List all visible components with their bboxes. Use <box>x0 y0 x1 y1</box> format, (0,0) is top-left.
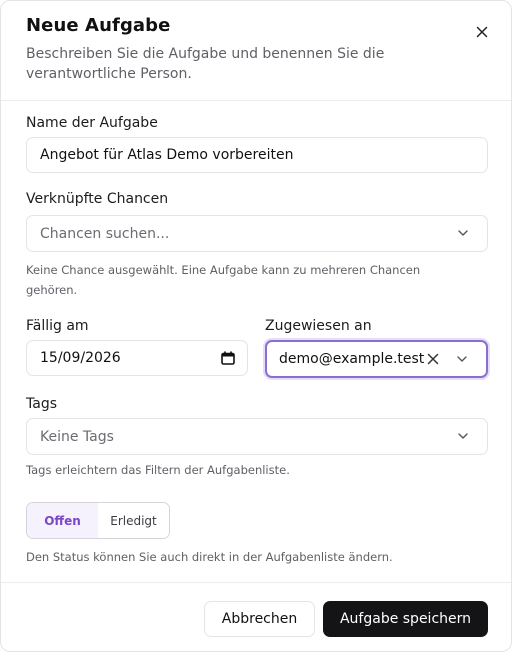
chevron-down-icon <box>458 230 468 236</box>
due-date-value: 15/09/2026 <box>40 350 121 366</box>
assignee-label: Zugewiesen an <box>265 318 372 334</box>
chances-hint: Keine Chance ausgewählt. Eine Aufgabe ka… <box>26 263 421 297</box>
assignee-value: demo@example.test <box>279 351 425 367</box>
due-date-label: Fällig am <box>26 318 89 334</box>
chances-label: Verknüpfte Chancen <box>26 191 169 207</box>
task-name-label: Name der Aufgabe <box>26 115 158 131</box>
clear-icon[interactable] <box>426 352 440 366</box>
dialog-title: Neue Aufgabe <box>26 15 171 36</box>
new-task-dialog: Neue Aufgabe Beschreiben Sie die Aufgabe… <box>0 0 512 652</box>
chevron-down-icon <box>458 433 468 439</box>
tags-placeholder: Keine Tags <box>40 428 114 445</box>
tags-select[interactable]: Keine Tags <box>26 418 488 455</box>
cancel-button[interactable]: Abbrechen <box>204 601 315 637</box>
chevron-down-icon <box>457 356 467 362</box>
due-date-input[interactable]: 15/09/2026 <box>26 340 248 376</box>
close-button[interactable] <box>471 21 493 43</box>
dialog-description: Beschreiben Sie die Aufgabe und benennen… <box>26 46 385 82</box>
chances-search-input[interactable]: Chancen suchen... <box>26 215 488 252</box>
status-option-done[interactable]: Erledigt <box>98 503 169 538</box>
tags-hint: Tags erleichtern das Filtern der Aufgabe… <box>26 463 290 477</box>
calendar-icon[interactable] <box>221 351 235 365</box>
dialog-header: Neue Aufgabe Beschreiben Sie die Aufgabe… <box>1 1 511 101</box>
save-task-button[interactable]: Aufgabe speichern <box>323 601 488 637</box>
status-toggle: Offen Erledigt <box>26 502 170 539</box>
close-icon <box>476 26 488 38</box>
status-option-open[interactable]: Offen <box>27 503 98 538</box>
chances-placeholder: Chancen suchen... <box>40 225 170 242</box>
tags-label: Tags <box>26 396 57 412</box>
dialog-footer: Abbrechen Aufgabe speichern <box>1 582 511 651</box>
task-name-input[interactable]: Angebot für Atlas Demo vorbereiten <box>26 137 488 173</box>
status-hint: Den Status können Sie auch direkt in der… <box>26 550 393 564</box>
assignee-select[interactable]: demo@example.test <box>265 340 488 378</box>
task-name-value: Angebot für Atlas Demo vorbereiten <box>40 147 294 163</box>
